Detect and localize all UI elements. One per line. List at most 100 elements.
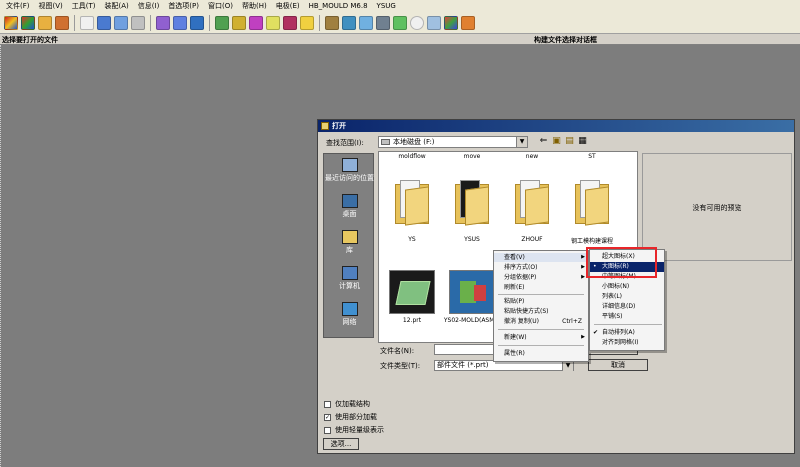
use-lightweight-checkbox[interactable]: 使用轻量级表示: [324, 425, 384, 435]
up-folder-icon[interactable]: ▣: [551, 136, 562, 147]
menu-item-paste[interactable]: 粘贴(P): [494, 297, 588, 306]
main-toolbar: [0, 12, 800, 34]
menu-item-view[interactable]: 查看(V) ▶: [494, 253, 588, 262]
chevron-down-icon[interactable]: ▼: [562, 361, 573, 371]
cancel-button[interactable]: 取消: [588, 359, 648, 371]
layer-icon[interactable]: [38, 15, 52, 30]
menu-item-label: 撤消 复制(U): [504, 318, 539, 325]
list-item[interactable]: 12.prt: [383, 270, 441, 324]
list-item[interactable]: move: [443, 153, 501, 160]
back-icon[interactable]: ⇐: [538, 136, 549, 147]
menu-item-label: 粘贴(P): [504, 298, 525, 305]
cube-icon[interactable]: [97, 15, 111, 30]
modeling-icon[interactable]: [21, 15, 35, 30]
lookin-value: 本地磁盘 (F:): [393, 138, 435, 146]
options-button[interactable]: 选项...: [323, 438, 359, 450]
menu-info[interactable]: 信息(I): [138, 1, 160, 11]
face-icon[interactable]: [359, 15, 373, 30]
place-recent[interactable]: 最近访问的位置: [324, 158, 375, 182]
list-item[interactable]: ZHOUF: [503, 180, 561, 243]
view-menu-icon[interactable]: ▦: [577, 136, 588, 147]
place-desktop[interactable]: 桌面: [324, 194, 375, 218]
menu-item-undo[interactable]: 撤消 复制(U) Ctrl+Z: [494, 317, 588, 326]
submenu-item-auto-arrange[interactable]: ✔ 自动排列(A): [590, 328, 664, 338]
list-item[interactable]: new: [503, 153, 561, 160]
lookin-combo[interactable]: 本地磁盘 (F:) ▼: [378, 136, 528, 148]
submenu-item-tiles[interactable]: 平铺(S): [590, 312, 664, 322]
list-item[interactable]: YSUS: [443, 180, 501, 243]
point-icon[interactable]: [283, 15, 297, 30]
app-icon[interactable]: [4, 15, 18, 30]
menu-item-group[interactable]: 分组依据(P) ▶: [494, 273, 588, 282]
measure-icon[interactable]: [393, 15, 407, 30]
arrow-right-icon[interactable]: [173, 15, 187, 30]
menu-item-new[interactable]: 新建(W) ▶: [494, 333, 588, 342]
sketch-icon[interactable]: [55, 15, 69, 30]
sheet-icon[interactable]: [342, 15, 356, 30]
menu-view[interactable]: 视图(V): [39, 1, 63, 11]
solid-icon[interactable]: [190, 15, 204, 30]
toolbar-separator: [319, 14, 320, 31]
item-label: YSUS: [464, 236, 480, 243]
use-partial-loading-checkbox[interactable]: ✓ 使用部分加载: [324, 412, 377, 422]
arrow-left-icon[interactable]: [156, 15, 170, 30]
menu-help[interactable]: 帮助(H): [242, 1, 267, 11]
menu-hb-mould[interactable]: HB_MOULD M6.8: [309, 2, 368, 10]
color-icon[interactable]: [249, 15, 263, 30]
menu-assembly[interactable]: 装配(A): [105, 1, 129, 11]
snap-icon[interactable]: [266, 15, 280, 30]
list-item[interactable]: YS: [383, 180, 441, 243]
light-icon[interactable]: [300, 15, 314, 30]
submenu-item-medium-icons[interactable]: 中等图标(M): [590, 272, 664, 282]
menu-ysug[interactable]: YSUG: [377, 2, 396, 10]
checkbox-box[interactable]: [324, 400, 331, 408]
menu-item-sort[interactable]: 排序方式(O) ▶: [494, 263, 588, 272]
chevron-down-icon[interactable]: ▼: [516, 137, 527, 147]
submenu-item-align-to-grid[interactable]: 对齐到网格(I): [590, 338, 664, 348]
list-item[interactable]: 钢工模构建课程: [563, 180, 621, 245]
mould-icon[interactable]: [325, 15, 339, 30]
menu-file[interactable]: 文件(F): [6, 1, 30, 11]
item-label: ZHOUF: [521, 236, 543, 243]
checkbox-label: 仅加载结构: [335, 400, 370, 408]
chevron-right-icon: ▶: [581, 254, 585, 260]
checkbox-box[interactable]: ✓: [324, 413, 331, 421]
submenu-item-extra-large-icons[interactable]: 超大图标(X): [590, 252, 664, 262]
dialog-icon: [321, 122, 329, 130]
circle-icon[interactable]: [410, 15, 424, 30]
new-folder-icon[interactable]: ▤: [564, 136, 575, 147]
checkbox-box[interactable]: [324, 426, 331, 434]
view-icon[interactable]: [215, 15, 229, 30]
cylinder-icon[interactable]: [427, 15, 441, 30]
place-network[interactable]: 网络: [324, 302, 375, 326]
submenu-item-large-icons[interactable]: • 大图标(R): [590, 262, 664, 272]
submenu-item-list[interactable]: 列表(L): [590, 292, 664, 302]
menu-electrode[interactable]: 电极(E): [276, 1, 300, 11]
submenu-item-small-icons[interactable]: 小图标(N): [590, 282, 664, 292]
folder-icon: [515, 180, 549, 226]
list-item[interactable]: ST: [563, 153, 621, 160]
menu-separator: [498, 294, 584, 295]
menu-tools[interactable]: 工具(T): [72, 1, 96, 11]
menu-preferences[interactable]: 首选项(P): [168, 1, 199, 11]
item-label: 12.prt: [402, 317, 422, 324]
dialog-title-bar[interactable]: 打开: [318, 120, 794, 132]
place-library[interactable]: 库: [324, 230, 375, 254]
palette-icon[interactable]: [444, 15, 458, 30]
menu-item-paste-shortcut[interactable]: 粘贴快捷方式(S): [494, 307, 588, 316]
menu-item-refresh[interactable]: 刷新(E): [494, 283, 588, 292]
bolt-icon[interactable]: [376, 15, 390, 30]
place-label: 网络: [342, 318, 357, 326]
place-computer[interactable]: 计算机: [324, 266, 375, 290]
menu-window[interactable]: 窗口(O): [208, 1, 233, 11]
load-structure-only-checkbox[interactable]: 仅加载结构: [324, 399, 370, 409]
render-icon[interactable]: [232, 15, 246, 30]
rectangle-icon[interactable]: [80, 15, 94, 30]
menu-item-shortcut: Ctrl+Z: [562, 318, 582, 325]
tool-icon[interactable]: [461, 15, 475, 30]
submenu-item-details[interactable]: 详细信息(D): [590, 302, 664, 312]
list-item[interactable]: moldflow: [383, 153, 441, 160]
menu-item-properties[interactable]: 属性(R): [494, 349, 588, 358]
transform-icon[interactable]: [131, 15, 145, 30]
extrude-icon[interactable]: [114, 15, 128, 30]
